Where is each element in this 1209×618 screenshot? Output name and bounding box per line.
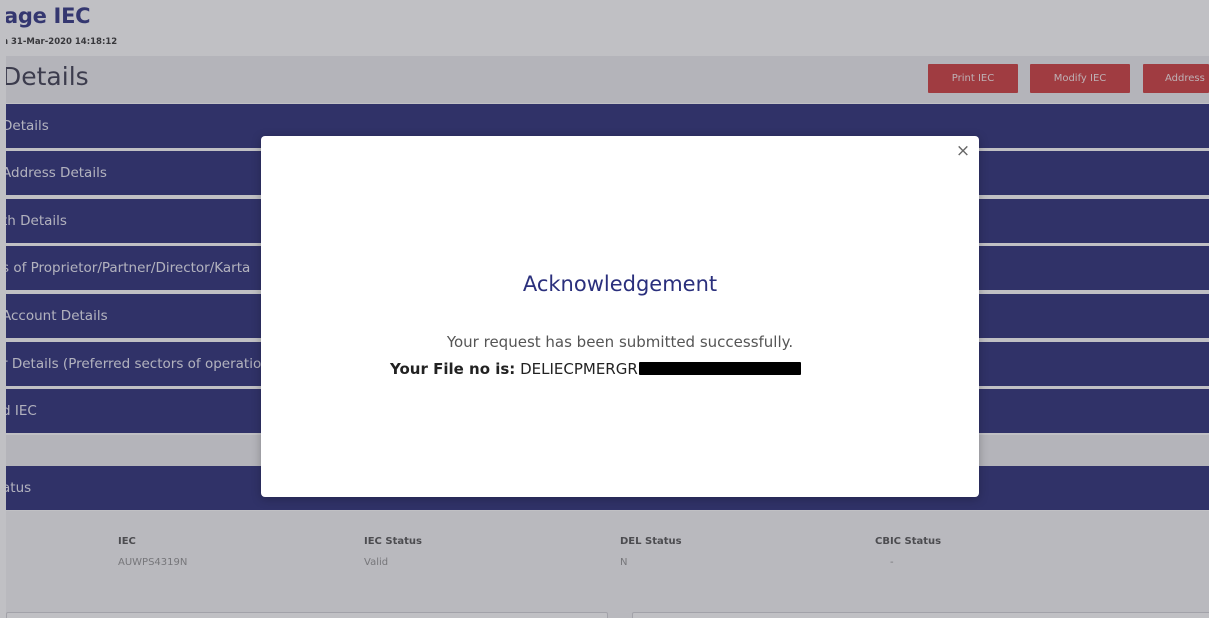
close-icon[interactable]: × bbox=[953, 141, 973, 161]
redaction-bar bbox=[638, 362, 801, 375]
file-number-label: Your File no is: bbox=[390, 360, 516, 378]
acknowledgement-modal: × Acknowledgement Your request has been … bbox=[261, 136, 979, 497]
modal-title: Acknowledgement bbox=[522, 272, 718, 296]
file-number-line: Your File no is: DELIECPMERGR bbox=[390, 360, 801, 378]
success-message: Your request has been submitted successf… bbox=[446, 333, 794, 351]
file-number-value: DELIECPMERGR bbox=[520, 360, 638, 378]
